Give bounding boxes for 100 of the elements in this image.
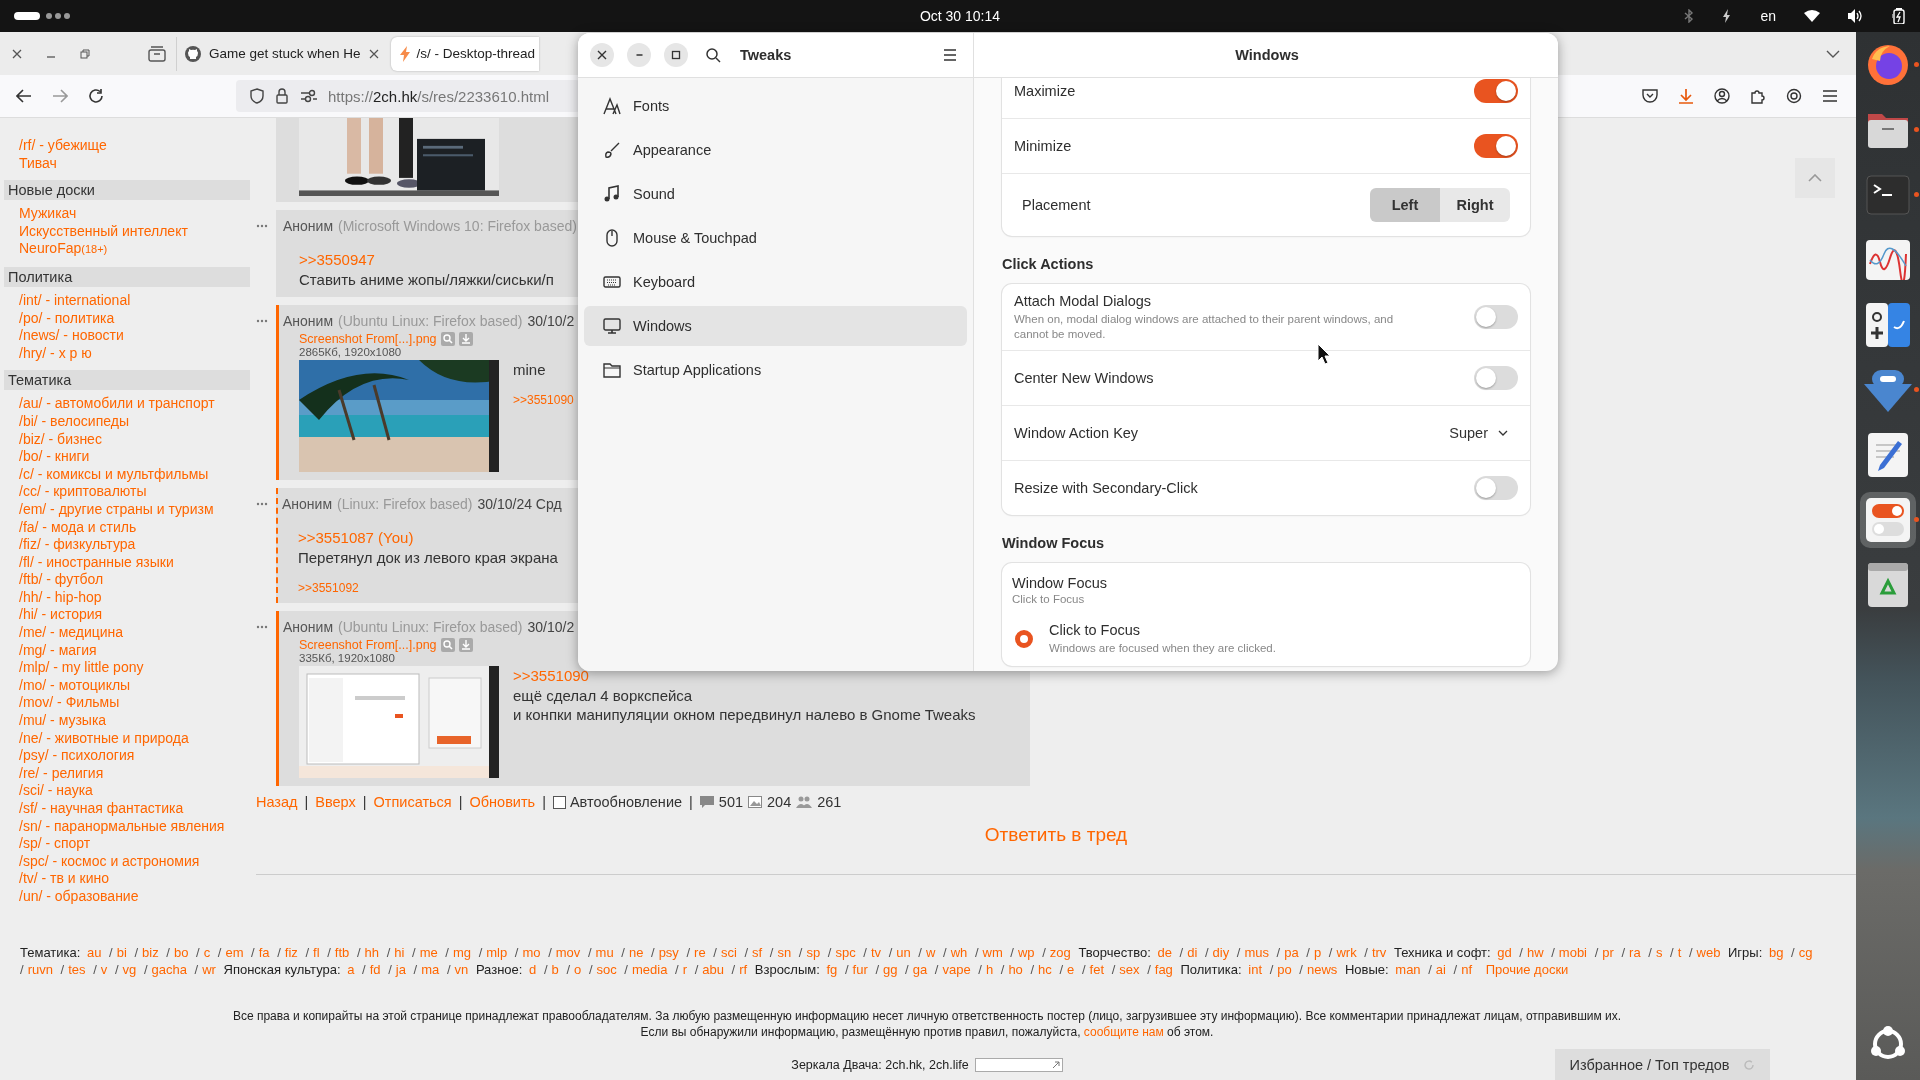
lock-icon[interactable] [276, 88, 288, 104]
toggle-switch[interactable] [1474, 476, 1518, 500]
report-link[interactable]: сообщите нам [1083, 1025, 1164, 1039]
quote-link[interactable]: >>3551090 [513, 666, 589, 686]
restore-icon[interactable] [80, 48, 90, 59]
board-link[interactable]: pa [1284, 945, 1299, 960]
board-link[interactable]: Тивач [4, 154, 250, 173]
toggle-switch[interactable] [1474, 79, 1518, 103]
board-link[interactable]: /sci/ - наука [4, 782, 250, 800]
thread-nav-link[interactable]: Вверх [315, 794, 356, 810]
board-link[interactable]: au [87, 945, 102, 960]
board-link[interactable]: bo [173, 945, 189, 960]
board-link[interactable]: /fl/ - иностранные языки [4, 553, 250, 572]
sidebar-item[interactable]: Windows [584, 306, 967, 346]
board-link[interactable]: fd [369, 962, 381, 977]
board-link[interactable]: soc [596, 962, 617, 977]
thread-nav-link[interactable]: Обновить [469, 794, 536, 810]
back-icon[interactable] [16, 89, 32, 103]
board-link[interactable]: /sp/ - спорт [4, 835, 250, 853]
board-link[interactable]: /news/ - новости [4, 327, 250, 345]
board-link[interactable]: fur [852, 962, 868, 977]
board-link[interactable]: ma [421, 962, 440, 977]
thread-nav-link[interactable]: Отписаться [373, 794, 452, 810]
board-link[interactable]: o [574, 962, 582, 977]
board-link[interactable]: /em/ - другие страны и туризм [4, 500, 250, 519]
post-menu-icon[interactable] [256, 319, 268, 323]
board-link[interactable]: /sn/ - паранормальные явления [4, 817, 250, 836]
board-link[interactable]: wm [982, 945, 1003, 960]
board-link[interactable]: web [1696, 945, 1721, 960]
keyboard-layout[interactable]: en [1760, 8, 1776, 24]
board-link[interactable]: /int/ - international [4, 291, 250, 310]
quote-link[interactable]: >>3551087 (You) [298, 528, 414, 548]
board-link[interactable]: int [1248, 962, 1262, 977]
board-link[interactable]: wp [1017, 945, 1035, 960]
reload-icon[interactable] [88, 88, 104, 104]
file-link[interactable]: Screenshot From[...].png [299, 638, 437, 652]
board-link[interactable]: fet [1089, 962, 1105, 977]
post-menu-icon[interactable] [256, 224, 268, 228]
sidebar-item[interactable]: Appearance [584, 130, 967, 170]
board-link[interactable]: t [1677, 945, 1682, 960]
sidebar-item[interactable]: Fonts [584, 86, 967, 126]
board-link[interactable]: /bi/ - велосипеды [4, 412, 250, 431]
board-link[interactable]: sn [777, 945, 792, 960]
board-link[interactable]: /ftb/ - футбол [4, 571, 250, 589]
board-link[interactable]: trv [1371, 945, 1387, 960]
board-link[interactable]: d [529, 962, 537, 977]
address-bar[interactable]: https://2ch.hk/s/res/2233610.html [236, 80, 580, 112]
board-link[interactable]: spc [835, 945, 856, 960]
board-link[interactable]: /hi/ - история [4, 606, 250, 625]
download-icon[interactable] [1678, 88, 1694, 104]
pocket-icon[interactable] [1642, 88, 1658, 104]
board-link[interactable]: /po/ - политика [4, 309, 250, 328]
reply-link[interactable]: Ответить в тред [984, 824, 1128, 845]
dropdown[interactable]: Super [1443, 424, 1514, 442]
board-link[interactable]: pr [1602, 945, 1614, 960]
board-link[interactable]: w [926, 945, 936, 960]
board-link[interactable]: /bo/ - книги [4, 448, 250, 466]
board-link[interactable]: /psy/ - психология [4, 747, 250, 765]
board-link[interactable]: mus [1244, 945, 1269, 960]
auto-update-checkbox[interactable]: Автообновление [552, 794, 683, 810]
board-link[interactable]: di [1187, 945, 1198, 960]
board-link[interactable]: fag [1154, 962, 1173, 977]
board-link[interactable]: s [1655, 945, 1663, 960]
board-link[interactable]: mu [595, 945, 614, 960]
board-link[interactable]: me [419, 945, 438, 960]
board-link[interactable]: sf [752, 945, 763, 960]
board-link[interactable]: zog [1049, 945, 1071, 960]
toggle-switch[interactable] [1474, 366, 1518, 390]
board-link[interactable]: gg [883, 962, 898, 977]
board-link[interactable]: /hh/ - hip-hop [4, 588, 250, 607]
board-link[interactable]: vn [454, 962, 469, 977]
board-link[interactable]: wrk [1336, 945, 1357, 960]
board-link[interactable]: ruvn [27, 962, 53, 977]
thread-nav-link[interactable]: Назад [256, 794, 298, 810]
board-link[interactable]: un [896, 945, 911, 960]
board-link[interactable]: diy [1212, 945, 1230, 960]
board-link[interactable]: h [985, 962, 994, 977]
board-link[interactable]: psy [658, 945, 679, 960]
radio-button[interactable] [1015, 630, 1033, 648]
browser-tab[interactable]: /s/ - Desktop-thread [390, 36, 540, 71]
board-link[interactable]: /rf/ - убежище [4, 137, 250, 155]
board-link[interactable]: ho [1008, 962, 1023, 977]
board-link[interactable]: /un/ - образование [4, 887, 250, 906]
segment-button[interactable]: Right [1440, 188, 1510, 222]
segment-button[interactable]: Left [1370, 188, 1440, 222]
wifi-icon[interactable] [1804, 10, 1820, 22]
tab-overview-icon[interactable] [148, 45, 166, 62]
sidebar-item[interactable]: Mouse & Touchpad [584, 218, 967, 258]
board-link[interactable]: /mu/ - музыка [4, 712, 250, 730]
board-link[interactable]: ne [628, 945, 644, 960]
board-link[interactable]: bg [1768, 945, 1784, 960]
search-icon[interactable] [705, 47, 721, 63]
board-link[interactable]: gd [1497, 945, 1512, 960]
post-menu-icon[interactable] [256, 502, 268, 506]
battery-icon[interactable] [1892, 8, 1906, 24]
post-menu-icon[interactable] [256, 625, 268, 629]
menu-icon[interactable] [1822, 89, 1838, 103]
board-link[interactable]: v [100, 962, 108, 977]
board-link[interactable]: gacha [151, 962, 187, 977]
browser-tab[interactable]: Game get stuck when He [176, 36, 387, 71]
